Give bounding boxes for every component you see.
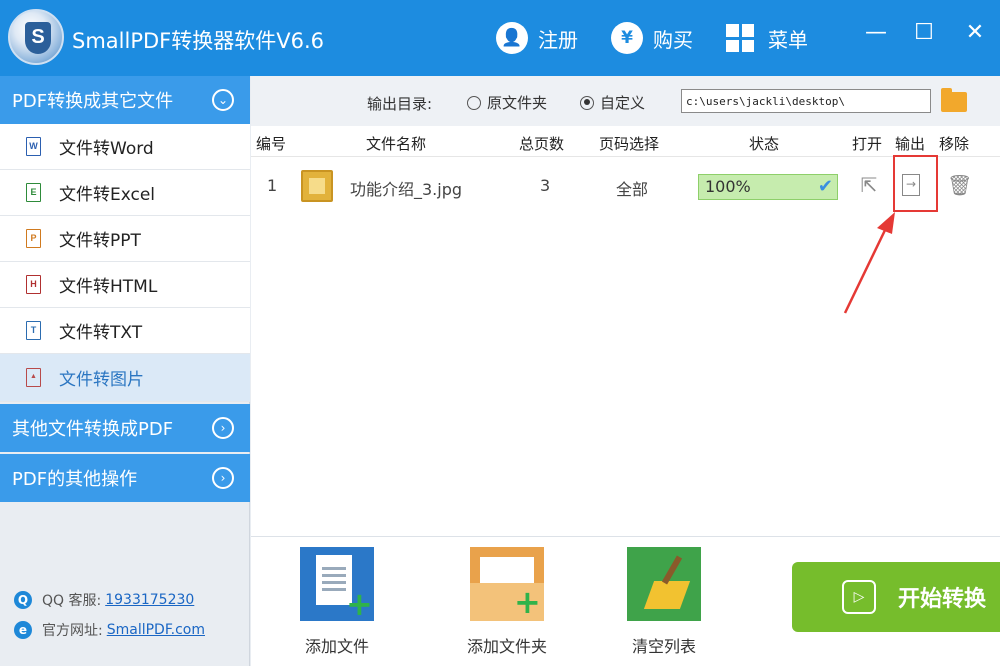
app-logo: S [8, 9, 64, 65]
maximize-button[interactable]: ☐ [906, 18, 942, 48]
website-contact: e 官方网址: SmallPDF.com [14, 620, 205, 640]
bottom-toolbar: + 添加文件 + 添加文件夹 清空列表 ▷ 开始转换 [251, 536, 1000, 666]
register-button[interactable]: 👤 注册 [496, 20, 578, 56]
section-pdf-other-ops[interactable]: PDF的其他操作 › [0, 454, 250, 502]
sidebar-item-label: 文件转PPT [59, 231, 141, 251]
html-doc-icon: H [26, 275, 41, 294]
add-file-icon: + [300, 547, 374, 621]
title-bar: S SmallPDF转换器软件V6.6 👤 注册 ¥ 购买 菜单 — ☐ ✕ [0, 0, 1000, 76]
add-file-button[interactable]: + 添加文件 [297, 547, 377, 657]
buy-label: 购买 [653, 27, 693, 52]
minimize-button[interactable]: — [858, 18, 894, 48]
grid-icon [726, 24, 754, 52]
excel-doc-icon: E [26, 183, 41, 202]
register-label: 注册 [538, 27, 578, 52]
site-label: 官方网址: [42, 623, 103, 639]
section-label: PDF转换成其它文件 [12, 91, 174, 112]
sidebar-item-word[interactable]: W 文件转Word [0, 124, 250, 170]
section-label: PDF的其他操作 [12, 469, 138, 490]
sidebar-item-label: 文件转Word [59, 139, 154, 159]
sidebar: PDF转换成其它文件 ⌄ W 文件转Word E 文件转Excel P 文件转P… [0, 76, 250, 666]
section-pdf-to-other[interactable]: PDF转换成其它文件 ⌄ [0, 76, 250, 124]
user-plus-icon: 👤 [496, 22, 528, 54]
add-file-label: 添加文件 [304, 637, 369, 656]
main-panel: 输出目录: 原文件夹 自定义 编号 文件名称 总页数 页码选择 状态 打开 输出… [251, 76, 1000, 666]
start-convert-button[interactable]: ▷ 开始转换 [792, 562, 1000, 632]
clear-list-label: 清空列表 [631, 637, 696, 656]
add-folder-label: 添加文件夹 [466, 637, 547, 656]
sidebar-item-label: 文件转HTML [59, 277, 158, 297]
section-other-to-pdf[interactable]: 其他文件转换成PDF › [0, 404, 250, 452]
sidebar-item-txt[interactable]: T 文件转TXT [0, 308, 250, 354]
qq-label: QQ 客服: [42, 593, 102, 609]
menu-label: 菜单 [768, 27, 808, 52]
clear-list-button[interactable]: 清空列表 [624, 547, 704, 657]
chevron-right-icon: › [212, 417, 234, 439]
txt-doc-icon: T [26, 321, 41, 340]
buy-button[interactable]: ¥ 购买 [611, 20, 693, 56]
close-button[interactable]: ✕ [957, 18, 993, 48]
website-link[interactable]: SmallPDF.com [107, 622, 205, 638]
annotation-arrow [843, 212, 895, 314]
qq-number-link[interactable]: 1933175230 [105, 592, 194, 608]
sidebar-item-label: 文件转TXT [59, 323, 143, 343]
broom-icon [627, 547, 701, 621]
app-title: SmallPDF转换器软件V6.6 [72, 29, 324, 53]
chevron-right-icon: › [212, 467, 234, 489]
ppt-doc-icon: P [26, 229, 41, 248]
menu-button[interactable]: 菜单 [726, 20, 808, 56]
sidebar-item-html[interactable]: H 文件转HTML [0, 262, 250, 308]
add-folder-button[interactable]: + 添加文件夹 [457, 547, 557, 657]
sidebar-item-excel[interactable]: E 文件转Excel [0, 170, 250, 216]
yen-icon: ¥ [611, 22, 643, 54]
image-doc-icon: ▲ [26, 368, 41, 387]
ie-icon: e [14, 621, 32, 639]
qq-icon: Q [14, 591, 32, 609]
shield-icon: S [25, 22, 51, 54]
play-icon: ▷ [842, 580, 876, 614]
word-doc-icon: W [26, 137, 41, 156]
qq-contact: Q QQ 客服: 1933175230 [14, 590, 194, 610]
sidebar-item-label: 文件转Excel [59, 185, 156, 205]
sidebar-item-label: 文件转图片 [59, 370, 144, 390]
sidebar-item-image[interactable]: ▲ 文件转图片 [0, 354, 250, 402]
add-folder-icon: + [470, 547, 544, 621]
sidebar-item-ppt[interactable]: P 文件转PPT [0, 216, 250, 262]
section-label: 其他文件转换成PDF [12, 419, 174, 440]
chevron-down-icon: ⌄ [212, 89, 234, 111]
start-label: 开始转换 [898, 587, 987, 612]
